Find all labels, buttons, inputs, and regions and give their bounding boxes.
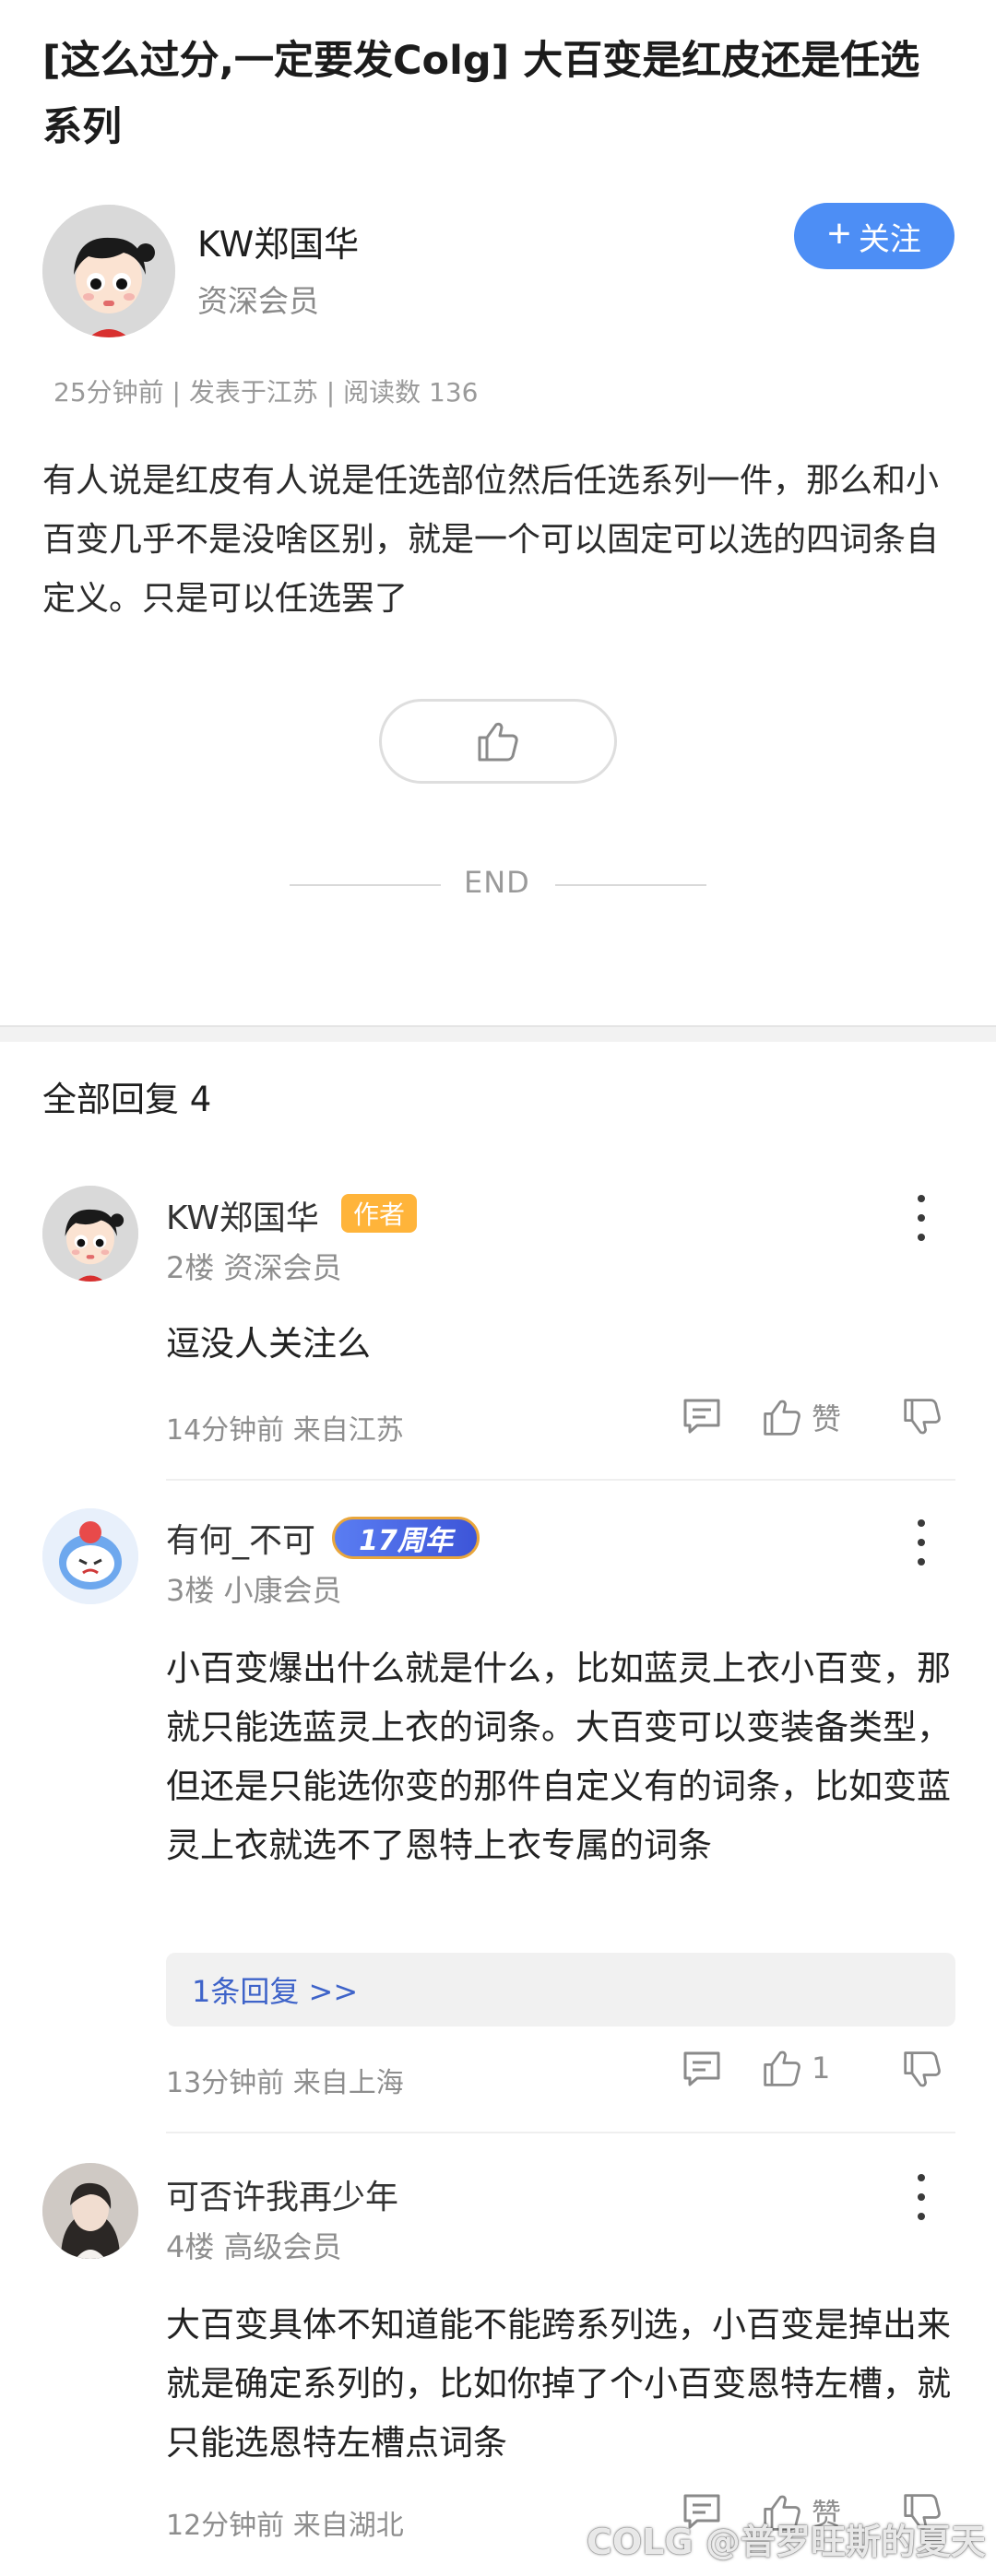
- like-post-button[interactable]: [379, 699, 617, 784]
- reply-time: 14分钟前 来自江苏: [166, 1414, 404, 1447]
- reply-level: 2楼 资深会员: [166, 1250, 342, 1285]
- reply-text: 逗没人关注么: [166, 1324, 371, 1364]
- thumbs-down-icon: [904, 1399, 941, 1435]
- plus-icon: +: [827, 211, 851, 256]
- reply-avatar[interactable]: [42, 1508, 138, 1604]
- end-divider-right: [555, 884, 706, 886]
- reply-divider: [166, 1479, 955, 1481]
- reply-dislike-button[interactable]: [902, 2050, 943, 2089]
- author-badge: 作者: [341, 1194, 417, 1233]
- reply-text: 大百变具体不知道能不能跨系列选，小百变是掉出来就是确定系列的，比如你掉了个小百变…: [166, 2305, 951, 2463]
- sub-reply-link[interactable]: 1条回复 >>: [166, 1953, 955, 2027]
- more-options-icon[interactable]: [907, 1195, 935, 1241]
- reply-level: 3楼 小康会员: [166, 1573, 342, 1608]
- thumbs-up-icon: [478, 722, 518, 762]
- reply-time: 13分钟前 来自上海: [166, 2067, 404, 2099]
- reply-author-name[interactable]: 有何_不可: [166, 1514, 315, 1562]
- comment-icon: [683, 1399, 720, 1434]
- thumbs-up-icon: [764, 1400, 800, 1436]
- mascot-avatar-icon: [42, 1508, 138, 1604]
- anniversary-badge: 17周年: [332, 1517, 480, 1559]
- more-options-icon[interactable]: [907, 1519, 935, 1566]
- reply-like-button[interactable]: 1: [762, 2049, 830, 2087]
- reply-divider: [166, 2132, 955, 2133]
- reply-avatar[interactable]: [42, 1186, 138, 1282]
- thumbs-up-icon: [764, 2050, 800, 2086]
- post-title: [这么过分,一定要发Colg] 大百变是红皮还是任选系列: [42, 38, 920, 150]
- reply-author-name[interactable]: KW郑国华: [166, 1191, 319, 1239]
- reply-comment-button[interactable]: [682, 1398, 721, 1435]
- author-level: 资深会员: [197, 283, 319, 319]
- section-divider: [0, 1025, 996, 1042]
- end-divider-left: [290, 884, 441, 886]
- comment-icon: [683, 2051, 720, 2086]
- watermark: COLG @普罗旺斯的夏天: [587, 2522, 986, 2562]
- reply-like-button[interactable]: 赞: [762, 1396, 841, 1438]
- follow-button[interactable]: + 关注: [794, 203, 954, 269]
- post-body: 有人说是红皮有人说是任选部位然后任选系列一件，那么和小百变几乎不是没啥区别，就是…: [42, 462, 940, 618]
- reply-author-name[interactable]: 可否许我再少年: [166, 2170, 398, 2218]
- like-label: 赞: [812, 1401, 842, 1436]
- more-options-icon[interactable]: [907, 2174, 935, 2220]
- cartoon-avatar-icon: [42, 205, 175, 337]
- replies-header: 全部回复 4: [42, 1080, 212, 1119]
- like-count: 1: [812, 2050, 831, 2086]
- reply-dislike-button[interactable]: [902, 1398, 943, 1436]
- cartoon-avatar-icon: [42, 1186, 138, 1282]
- reply-level: 4楼 高级会员: [166, 2229, 342, 2264]
- photo-avatar-icon: [42, 2163, 138, 2259]
- end-label: END: [464, 865, 530, 900]
- reply-time: 12分钟前 来自湖北: [166, 2510, 404, 2542]
- author-name[interactable]: KW郑国华: [197, 216, 359, 266]
- reply-comment-button[interactable]: [682, 2050, 721, 2087]
- reply-avatar[interactable]: [42, 2163, 138, 2259]
- post-meta: 25分钟前 | 发表于江苏 | 阅读数 136: [53, 377, 479, 408]
- reply-text: 小百变爆出什么就是什么，比如蓝灵上衣小百变，那就只能选蓝灵上衣的词条。大百变可以…: [166, 1648, 951, 1865]
- author-avatar[interactable]: [42, 205, 175, 337]
- thumbs-down-icon: [904, 2051, 941, 2087]
- follow-label: 关注: [858, 221, 921, 257]
